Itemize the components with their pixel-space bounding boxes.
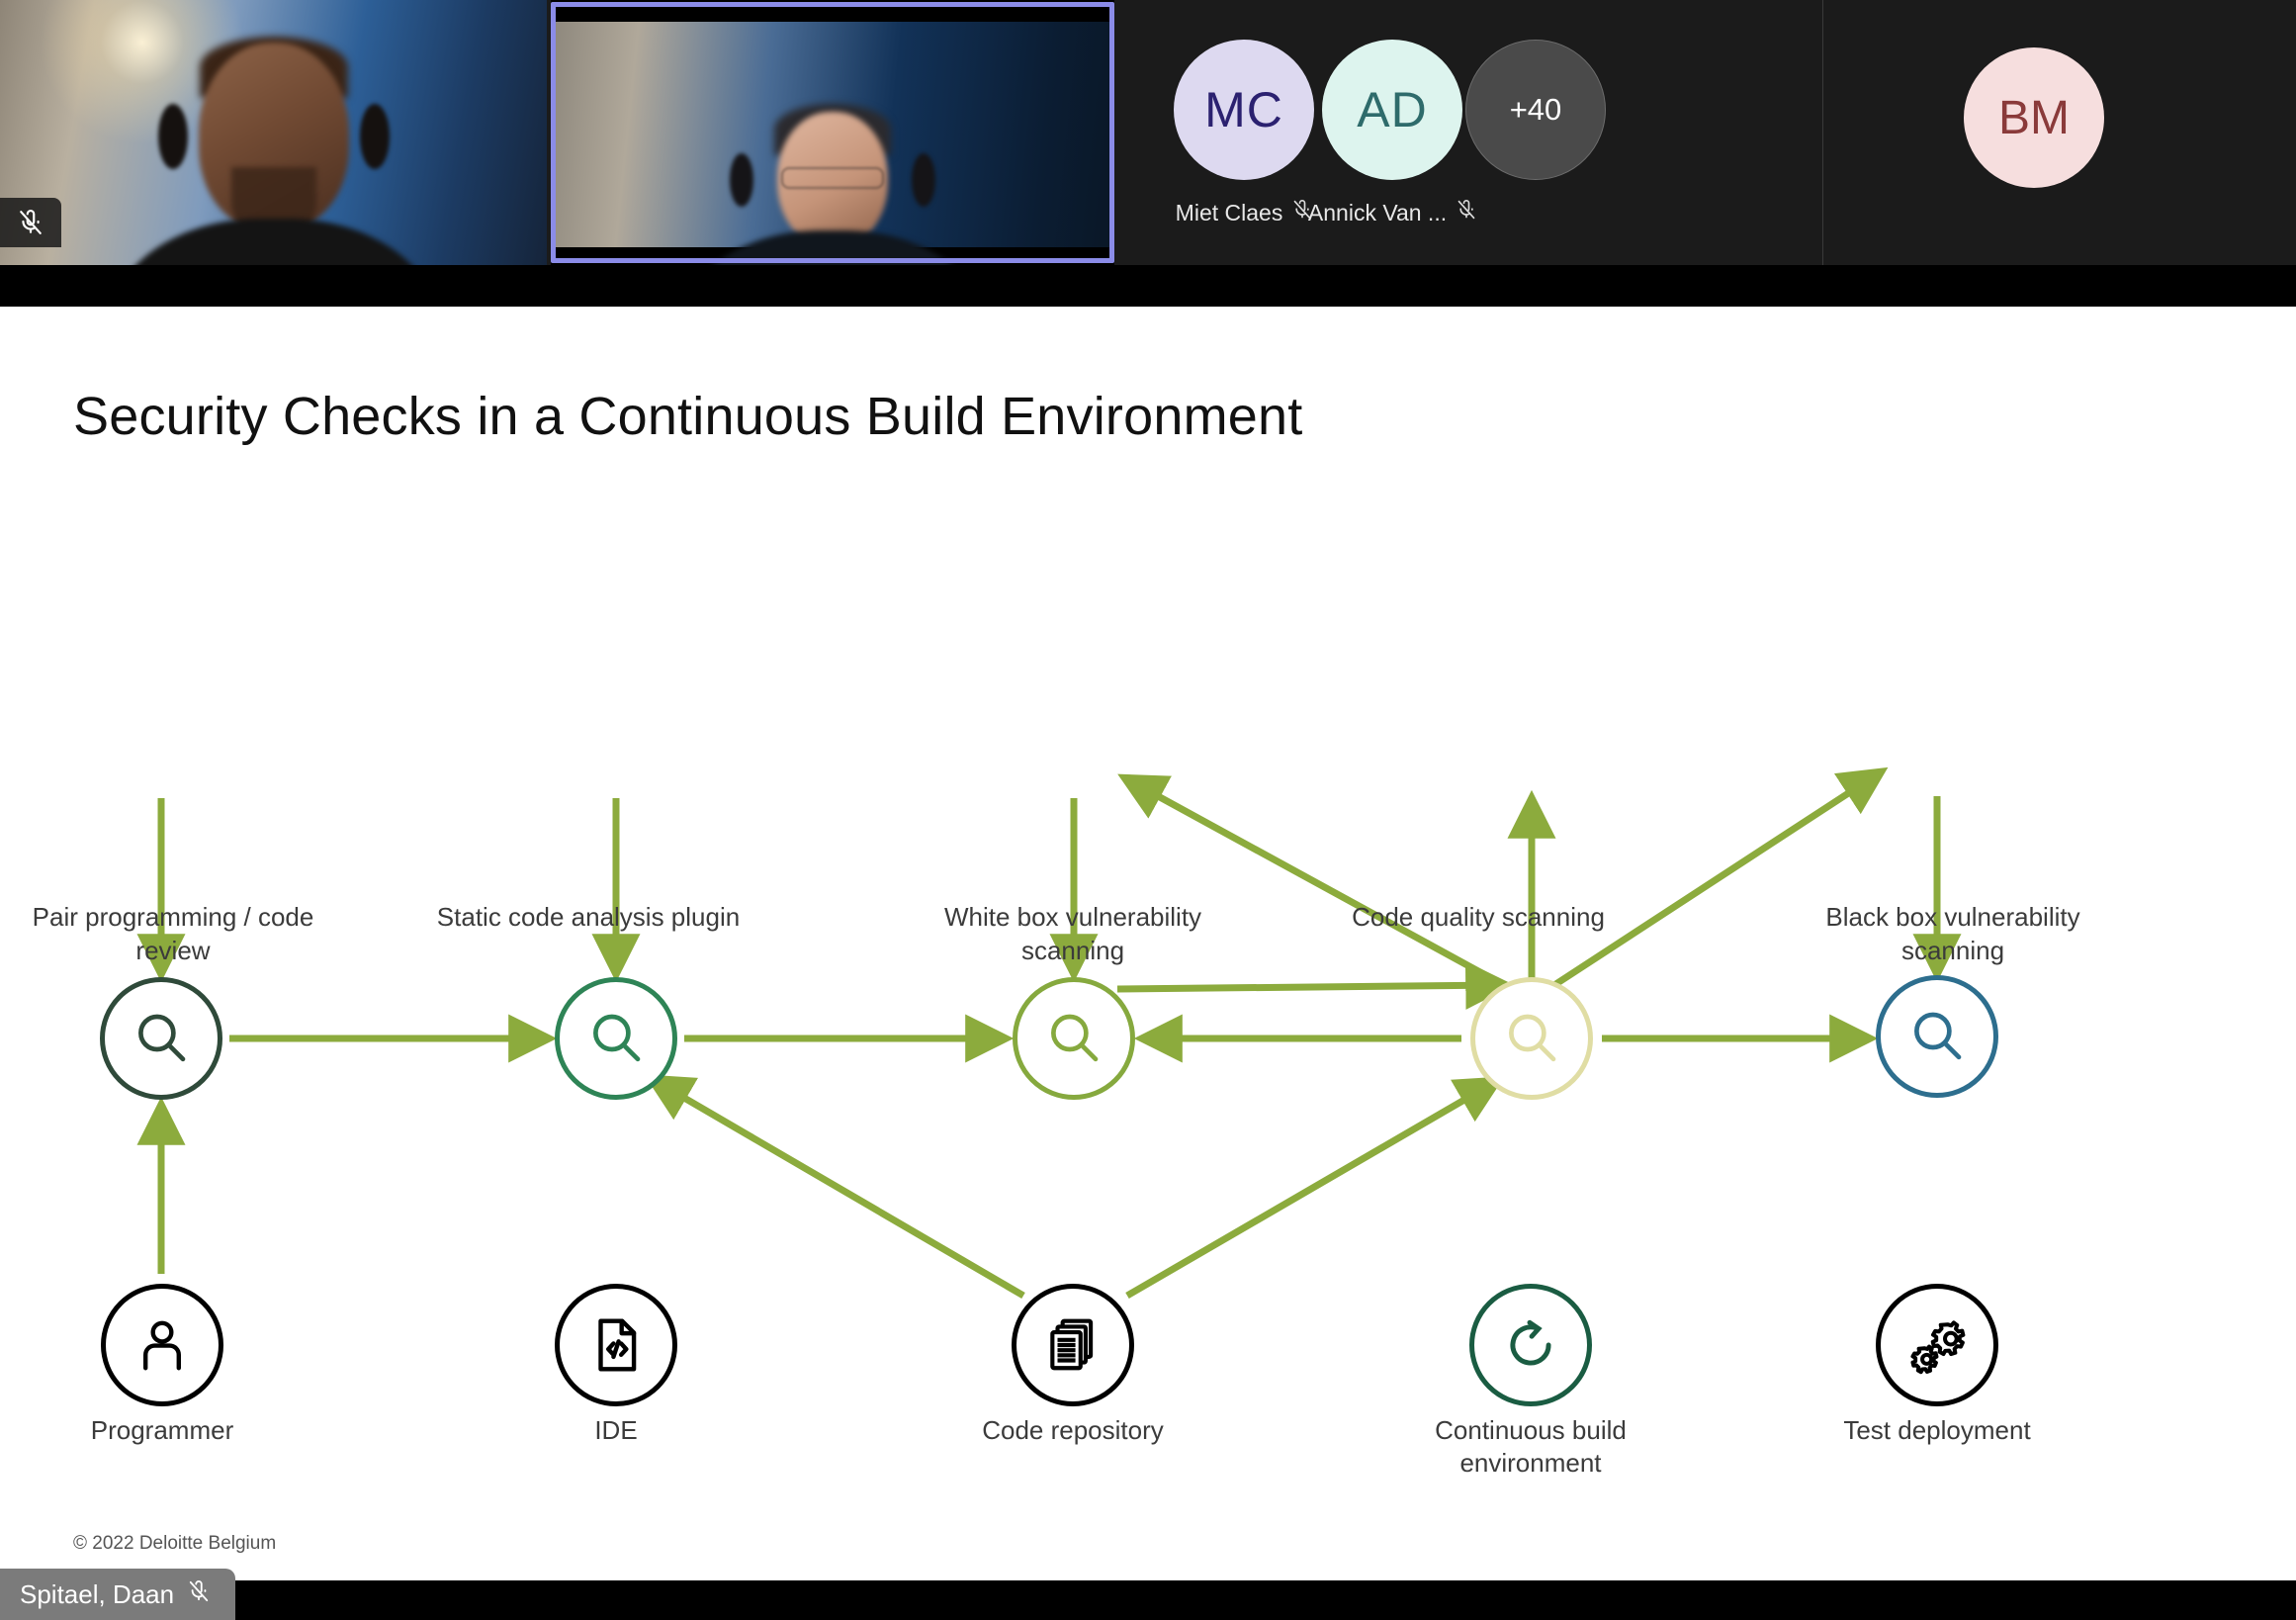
node-ide[interactable]: IDE — [555, 1284, 677, 1445]
speaker-name-chip: Spitael, Daan — [0, 1569, 236, 1620]
node-continuous-build-environment[interactable]: Continuous build environment — [1435, 1284, 1627, 1478]
documents-stack-icon — [1012, 1284, 1134, 1406]
node-label-continuous-build-environment: Continuous build environment — [1435, 1415, 1627, 1478]
screen: MC Miet Claes AD Annick Van ... +40 BM S… — [0, 0, 2296, 1620]
shared-slide: Security Checks in a Continuous Build En… — [0, 307, 2296, 1620]
video-tile-1[interactable] — [0, 0, 547, 265]
participant-name-row: Annick Van ... — [1308, 198, 1476, 227]
video-feed-1 — [0, 0, 547, 265]
node-code-repository[interactable]: Code repository — [982, 1284, 1164, 1445]
video-feed-2 — [551, 0, 1114, 265]
node-label-ide: IDE — [594, 1415, 638, 1445]
avatar-initials-ad: AD — [1322, 40, 1462, 180]
label-pair-programming: Pair programming / code review — [32, 902, 314, 966]
avatar-initials-bm[interactable]: BM — [1964, 47, 2104, 188]
magnifier-icon — [1013, 977, 1135, 1100]
speaker-name: Spitael, Daan — [20, 1578, 175, 1609]
participant-miet-claes[interactable]: MC Miet Claes — [1170, 40, 1318, 227]
overflow-count: +40 — [1465, 40, 1606, 180]
node-white-box-scanning[interactable] — [1013, 977, 1135, 1100]
participant-avatars: MC Miet Claes AD Annick Van ... +40 — [1137, 0, 1823, 265]
participant-name: Miet Claes — [1175, 199, 1283, 225]
code-file-icon — [555, 1284, 677, 1406]
node-static-code-analysis[interactable] — [555, 977, 677, 1100]
magnifier-icon — [1470, 977, 1593, 1100]
bottom-black-bar — [0, 1580, 2296, 1620]
label-code-quality-scanning: Code quality scanning — [1352, 902, 1605, 932]
participants-overflow[interactable]: +40 — [1461, 40, 1610, 180]
node-code-quality-scanning[interactable] — [1470, 977, 1593, 1100]
refresh-cycle-icon — [1469, 1284, 1592, 1406]
participant-name: Annick Van ... — [1307, 199, 1448, 225]
label-static-code-analysis: Static code analysis plugin — [436, 902, 741, 932]
node-programmer[interactable]: Programmer — [91, 1284, 233, 1445]
video-tile-2[interactable] — [551, 0, 1114, 265]
node-label-test-deployment: Test deployment — [1843, 1415, 2031, 1445]
magnifier-icon — [100, 977, 222, 1100]
node-pair-programming[interactable] — [100, 977, 222, 1100]
gears-icon — [1876, 1284, 1998, 1406]
slide-copyright: © 2022 Deloitte Belgium — [73, 1533, 277, 1554]
node-black-box-scanning[interactable] — [1876, 975, 1998, 1098]
node-label-programmer: Programmer — [90, 1415, 234, 1445]
meeting-video-bar: MC Miet Claes AD Annick Van ... +40 BM — [0, 0, 2296, 265]
node-test-deployment[interactable]: Test deployment — [1843, 1284, 2031, 1445]
magnifier-icon — [1876, 975, 1998, 1098]
participant-annick-van[interactable]: AD Annick Van ... — [1308, 40, 1475, 227]
avatar-initials-mc: MC — [1174, 40, 1314, 180]
label-black-box-scanning: Black box vulnerability scanning — [1825, 902, 2080, 966]
node-label-code-repository: Code repository — [982, 1415, 1164, 1445]
video-bar-divider — [0, 265, 2296, 307]
mic-muted-icon-ad — [1457, 198, 1476, 227]
label-white-box-scanning: White box vulnerability scanning — [943, 902, 1202, 966]
mic-muted-icon-tile-1 — [0, 198, 61, 247]
mic-muted-icon-speaker — [188, 1578, 210, 1611]
magnifier-icon — [555, 977, 677, 1100]
person-icon — [101, 1284, 223, 1406]
participant-name-row: Miet Claes — [1176, 198, 1313, 227]
